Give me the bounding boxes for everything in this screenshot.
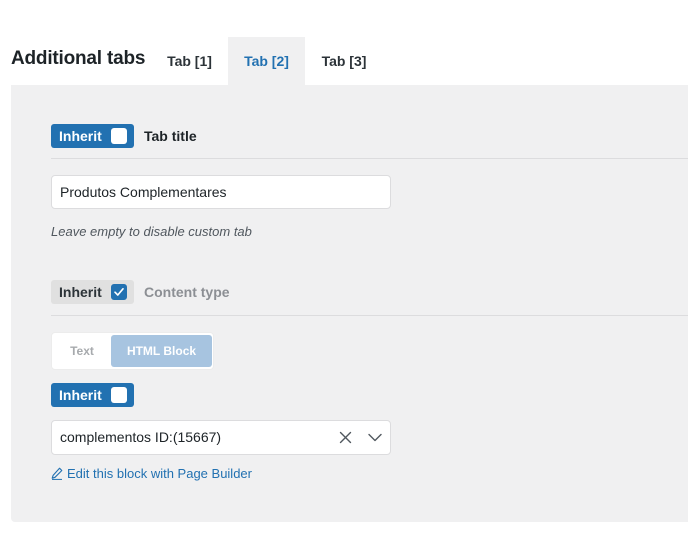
edit-with-page-builder-link[interactable]: Edit this block with Page Builder [51, 466, 252, 481]
content-type-switch: Text HTML Block [51, 332, 214, 370]
inherit-checkbox[interactable] [111, 387, 127, 403]
pencil-icon [51, 467, 63, 480]
html-block-select[interactable]: complementos ID:(15667) [51, 420, 391, 455]
inherit-label: Inherit [59, 128, 102, 144]
content-type-inherit-toggle[interactable]: Inherit [51, 280, 134, 304]
tab-title-inherit-toggle[interactable]: Inherit [51, 124, 134, 148]
tab-panel: Inherit Tab title Produtos Complementare… [11, 85, 688, 522]
content-type-option-text[interactable]: Text [54, 335, 110, 367]
content-type-label: Content type [144, 284, 230, 300]
tab-3[interactable]: Tab [3] [306, 37, 382, 85]
divider [51, 315, 688, 316]
tab-title-input[interactable]: Produtos Complementares [51, 175, 391, 209]
edit-link-label: Edit this block with Page Builder [67, 466, 252, 481]
inherit-checkbox[interactable] [111, 284, 127, 300]
content-type-option-html-block[interactable]: HTML Block [111, 335, 212, 367]
divider [51, 158, 688, 159]
tab-2[interactable]: Tab [2] [228, 37, 305, 85]
inherit-label: Inherit [59, 284, 102, 300]
tab-1[interactable]: Tab [1] [152, 37, 227, 85]
tab-title-hint: Leave empty to disable custom tab [51, 224, 252, 239]
html-block-select-value: complementos ID:(15667) [60, 429, 222, 445]
inherit-label: Inherit [59, 387, 102, 403]
chevron-down-icon[interactable] [368, 433, 382, 442]
inherit-checkbox[interactable] [111, 128, 127, 144]
html-block-inherit-toggle[interactable]: Inherit [51, 383, 134, 407]
clear-icon[interactable] [339, 431, 352, 444]
section-title: Additional tabs [11, 48, 146, 69]
tab-title-label: Tab title [144, 128, 197, 144]
checkbox-check-icon [114, 288, 124, 296]
